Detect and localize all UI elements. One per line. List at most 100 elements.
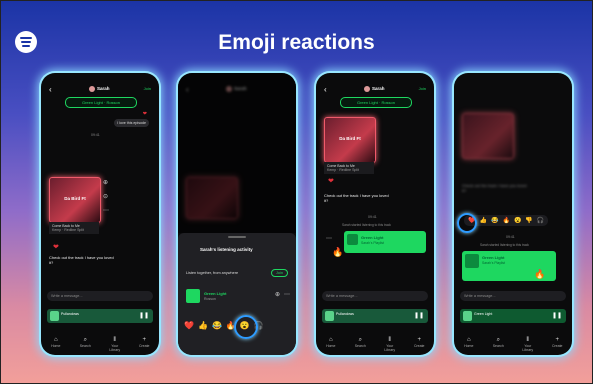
plus-icon: +: [142, 337, 146, 343]
avatar: [89, 86, 95, 92]
track-title: Green Light: [482, 255, 505, 260]
mini-player[interactable]: Pullandows ❚❚: [47, 309, 153, 323]
message-input[interactable]: Write a message...: [322, 291, 428, 301]
card-caption: Sarah started listening to this track: [480, 243, 529, 247]
tab-search[interactable]: ⌕ Search: [490, 337, 506, 351]
tab-label: Create: [413, 344, 425, 348]
phone-screen-chat: ‹ Sarah Join Green Light · Rosson ❤ I lo…: [41, 73, 159, 355]
tab-label: Your Library: [384, 344, 396, 352]
sheet-title: Sarah's listening activity: [200, 247, 253, 252]
heart-reaction-icon: ❤: [53, 244, 59, 251]
timestamp: 09:41: [506, 235, 515, 239]
add-icon[interactable]: ⊕: [275, 291, 280, 298]
share-icon[interactable]: ⊝: [103, 193, 108, 200]
tab-search[interactable]: ⌕ Search: [352, 337, 368, 351]
message-input[interactable]: Write a message...: [47, 291, 153, 301]
more-icon[interactable]: ⋯: [103, 207, 109, 214]
library-icon: ⫴: [388, 337, 392, 343]
album-info: Come Back to Me Kemp · Redline Split: [324, 162, 374, 174]
pause-icon[interactable]: ❚❚: [552, 312, 562, 319]
plus-icon: +: [417, 337, 421, 343]
more-icon[interactable]: ⋯: [326, 235, 332, 242]
search-icon: ⌕: [358, 337, 362, 343]
now-listening-pill[interactable]: Green Light · Rosson: [340, 97, 412, 108]
tab-label: Home: [326, 344, 336, 348]
tab-create[interactable]: + Create: [549, 337, 565, 351]
emoji-fire[interactable]: 🔥: [502, 217, 509, 224]
fire-reaction-icon: 🔥: [534, 269, 546, 279]
tab-search[interactable]: ⌕ Search: [77, 337, 93, 351]
phone-screen-reactions: Check out the track I have you loved it?…: [454, 73, 572, 355]
album-art-shared[interactable]: Da Bird Ft: [49, 177, 101, 223]
emoji-wow[interactable]: 😮: [514, 217, 521, 224]
sheet-subtitle: Listen together, from anywhere: [186, 271, 239, 275]
page-title: Emoji reactions: [218, 31, 375, 54]
chat-header: ‹ Sarah Join: [316, 81, 434, 97]
album-art-text: Da Bird Ft: [339, 135, 361, 141]
pause-icon[interactable]: ❚❚: [139, 312, 149, 319]
selected-emoji-ring: [457, 213, 477, 233]
player-thumbnail: [50, 311, 59, 321]
track-artist: Rosson: [204, 297, 216, 301]
tab-home[interactable]: ⌂ Home: [461, 337, 477, 351]
message-text: Check out the track I have you loved it?: [462, 183, 527, 193]
player-track: Pullandows: [336, 312, 354, 316]
tab-library[interactable]: ⫴ Your Library: [520, 337, 536, 352]
more-icon[interactable]: ⋯: [284, 291, 290, 298]
tab-label: Your Library: [109, 344, 121, 352]
library-icon: ⫴: [526, 337, 530, 343]
emoji-heart[interactable]: ❤️: [184, 321, 194, 330]
bottom-tab-bar: ⌂ Home ⌕ Search ⫴ Your Library + Create: [454, 337, 572, 352]
sheet-handle[interactable]: [228, 236, 246, 238]
track-thumbnail: [347, 234, 358, 245]
message-text: Check out the track I have you loved it?: [49, 255, 114, 265]
shared-track-card[interactable]: Green Light Sarah's Playlist: [344, 231, 426, 253]
message-input[interactable]: Write a message...: [460, 291, 566, 301]
tab-create[interactable]: + Create: [411, 337, 427, 351]
emoji-headphones[interactable]: 🎧: [537, 217, 544, 224]
bottom-tab-bar: ⌂ Home ⌕ Search ⫴ Your Library + Create: [41, 337, 159, 352]
pause-icon[interactable]: ❚❚: [414, 312, 424, 319]
track-artist: Sarah's Playlist: [482, 261, 506, 265]
home-icon: ⌂: [328, 337, 333, 343]
track-thumbnail: [186, 289, 200, 303]
emoji-laugh[interactable]: 😂: [491, 217, 498, 224]
tab-home[interactable]: ⌂ Home: [323, 337, 339, 351]
player-thumbnail: [325, 311, 334, 321]
tab-library[interactable]: ⫴ Your Library: [382, 337, 398, 352]
chat-user-name: Sarah: [97, 86, 110, 91]
selected-emoji-ring: [234, 315, 258, 339]
search-icon: ⌕: [496, 337, 500, 343]
emoji-thumbs-up[interactable]: 👍: [198, 321, 208, 330]
phone-screen-card: ‹ Sarah Join Green Light · Rosson Da Bir…: [316, 73, 434, 355]
home-icon: ⌂: [53, 337, 58, 343]
add-icon[interactable]: ⊕: [103, 179, 108, 186]
player-track: Pullandows: [61, 312, 79, 316]
chat-header: ‹ Sarah Join: [41, 81, 159, 97]
fire-reaction-icon: 🔥: [332, 247, 344, 257]
tab-home[interactable]: ⌂ Home: [48, 337, 64, 351]
track-title: Green Light: [361, 235, 384, 240]
album-art-shared: [462, 113, 514, 159]
tab-library[interactable]: ⫴ Your Library: [107, 337, 123, 352]
search-icon: ⌕: [83, 337, 87, 343]
back-arrow-icon[interactable]: ‹: [49, 85, 52, 94]
join-button[interactable]: Join: [144, 86, 151, 91]
emoji-laugh[interactable]: 😂: [212, 321, 222, 330]
dim-overlay: [178, 73, 296, 233]
mini-player[interactable]: Green Light ❚❚: [460, 309, 566, 323]
emoji-thumbs-up[interactable]: 👍: [479, 217, 486, 224]
chat-bubble: I love this episode: [114, 119, 149, 127]
emoji-thumbs-down[interactable]: 👎: [525, 217, 532, 224]
tab-label: Search: [492, 344, 504, 348]
now-listening-pill[interactable]: Green Light · Rosson: [65, 97, 137, 108]
tab-create[interactable]: + Create: [136, 337, 152, 351]
join-button[interactable]: Join: [419, 86, 426, 91]
back-arrow-icon[interactable]: ‹: [324, 85, 327, 94]
tab-label: Create: [551, 344, 563, 348]
promo-canvas: Emoji reactions ‹ Sarah Join Green Light…: [0, 0, 593, 384]
album-art-shared[interactable]: Da Bird Ft: [324, 117, 376, 163]
mini-player[interactable]: Pullandows ❚❚: [322, 309, 428, 323]
plus-icon: +: [555, 337, 559, 343]
join-button[interactable]: Join: [271, 269, 288, 277]
